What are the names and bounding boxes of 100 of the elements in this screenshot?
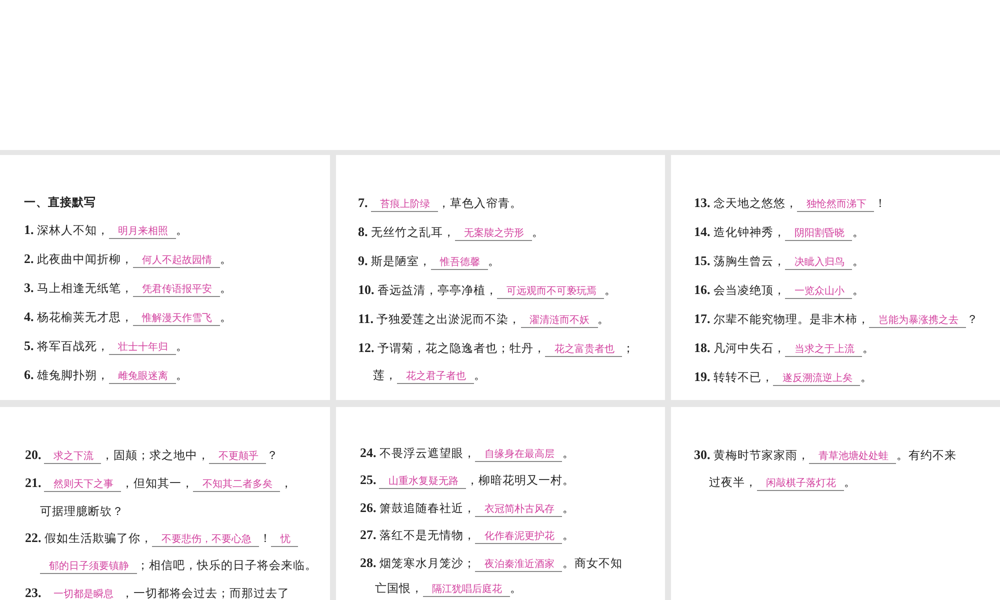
question-text: 念天地之悠悠， — [713, 198, 798, 210]
question-number: 19. — [694, 369, 710, 384]
question-text: ？ — [966, 314, 978, 326]
question-text: 香远益清，亭亭净植， — [377, 285, 498, 297]
question-text: ！ — [259, 532, 272, 545]
question-text: 。商女不知 — [562, 558, 622, 570]
question-number: 5. — [24, 338, 34, 353]
question-number: 16. — [694, 282, 710, 297]
question-number: 14. — [694, 224, 710, 239]
answer-blank: 然则天下之事 — [44, 479, 122, 492]
question-number: 25. — [360, 472, 376, 488]
question-text: ？ — [266, 450, 278, 462]
answer-blank: 郁的日子须要镇静 — [40, 561, 137, 574]
answer-blank: 衣冠简朴古风存 — [475, 504, 562, 517]
question-text: 尔辈不能究物理。是非木柿， — [713, 314, 870, 326]
answer-blank: 求之下流 — [44, 451, 102, 464]
answer-blank: 明月来相照 — [108, 226, 176, 239]
question-number: 7. — [358, 195, 368, 210]
question-number: 21. — [25, 475, 42, 490]
answer-blank: 花之富贵者也 — [545, 344, 622, 357]
question-text: 将军百战死， — [36, 341, 109, 353]
question-text: 。 — [860, 372, 872, 384]
question-text: 雄兔脚扑朔， — [36, 370, 109, 382]
question-text: ，但知其一， — [121, 478, 194, 490]
question-text: 落红不是无情物， — [379, 530, 476, 542]
answer-blank: 夜泊秦淮近酒家 — [475, 558, 562, 572]
question-text: 。 — [220, 254, 232, 266]
answer-blank: 凭君传语报平安 — [132, 284, 220, 297]
question-number: 8. — [358, 224, 368, 239]
answer-blank: 隔江犹唱后庭花 — [423, 584, 510, 598]
question-text: 。 — [852, 285, 864, 297]
question-text: 过夜半， — [709, 477, 757, 490]
answer-blank: 无案牍之劳形 — [454, 228, 532, 241]
answer-blank: 可远观而不可亵玩焉 — [497, 286, 604, 299]
question-text: 深林人不知， — [36, 225, 109, 237]
question-text: 转转不已， — [713, 372, 774, 384]
answer-blank: 闲敲棋子落灯花 — [757, 478, 844, 492]
answer-blank: 遂反溯流逆上矣 — [773, 373, 860, 386]
question-number: 2. — [24, 251, 34, 266]
question-text: 予独爱莲之出淤泥而不染， — [376, 314, 521, 326]
answer-blank: 花之君子者也 — [397, 371, 474, 384]
question-number: 27. — [360, 527, 376, 542]
question-number: 26. — [360, 500, 376, 515]
question-text: 造化钟神秀， — [713, 227, 786, 239]
question-text: 。 — [852, 227, 864, 239]
question-text: 烟笼寒水月笼沙； — [379, 558, 476, 570]
question-number: 12. — [358, 340, 374, 355]
question-text: 。 — [852, 256, 864, 268]
question-text: 。 — [862, 343, 874, 355]
question-text: 。 — [844, 477, 856, 490]
question-text: 。 — [488, 256, 500, 268]
question-number: 30. — [694, 447, 710, 462]
question-text: 会当凌绝顶， — [713, 285, 786, 297]
question-text: ， — [280, 478, 292, 490]
question-text: 凡河中失石， — [713, 343, 786, 355]
answer-blank: 忧 — [271, 534, 298, 547]
question-text: 。 — [176, 370, 188, 382]
answer-blank: 惟吾德馨 — [430, 257, 488, 270]
answer-blank: 决眦入归鸟 — [785, 257, 852, 270]
answer-blank: 濯清涟而不妖 — [520, 315, 598, 328]
question-text: 。 — [532, 227, 544, 239]
question-text: 。 — [220, 283, 232, 295]
question-text: 。 — [562, 530, 574, 542]
question-text: ；相信吧，快乐的日子将会来临。 — [137, 560, 317, 572]
question-number: 11. — [358, 311, 374, 326]
question-text: ，固颠；求之地中， — [101, 450, 210, 462]
question-text: 无丝竹之乱耳， — [370, 227, 455, 239]
question-text: 黄梅时节家家雨， — [713, 450, 810, 462]
answer-blank: 自缘身在最高层 — [475, 449, 562, 462]
question-number: 15. — [694, 253, 710, 268]
question-text: ，一切都将会过去；而那过去了 — [121, 588, 290, 600]
question-number: 6. — [24, 367, 34, 382]
question-text: 。 — [604, 285, 616, 297]
answer-blank: 何人不起故园情 — [132, 255, 220, 268]
answer-blank: 不知其二者多矣 — [193, 479, 280, 492]
question-text: 荡胸生曾云， — [713, 256, 786, 268]
section-heading: 一、直接默写 — [24, 195, 96, 209]
question-text: ； — [622, 343, 634, 355]
question-number: 13. — [694, 195, 710, 210]
answer-blank: 岂能为暴涨携之去 — [869, 315, 966, 328]
answer-blank: 一览众山小 — [785, 286, 852, 299]
answer-blank: 不更颠乎 — [209, 451, 266, 464]
question-text: 。 — [474, 370, 486, 382]
answer-blank: 化作春泥更护花 — [475, 531, 562, 544]
question-number: 23. — [25, 585, 42, 600]
question-number: 18. — [694, 340, 710, 355]
answer-blank: 一切都是瞬息 — [44, 589, 122, 600]
question-text: 予谓菊，花之隐逸者也；牡丹， — [377, 343, 546, 355]
answer-blank: 壮士十年归 — [108, 342, 176, 355]
question-text: ，草色入帘青。 — [438, 198, 522, 210]
question-text: 可据理臆断欤？ — [40, 506, 124, 518]
answer-blank: 苔痕上阶绿 — [370, 199, 438, 212]
question-text: 此夜曲中闻折柳， — [36, 254, 133, 266]
answer-blank: 阴阳割昏晓 — [785, 228, 852, 241]
question-number: 20. — [25, 447, 42, 462]
question-text: 假如生活欺骗了你， — [44, 532, 152, 545]
question-text: 。 — [510, 583, 522, 596]
question-number: 3. — [24, 280, 34, 295]
answer-blank: 不要悲伤，不要心急 — [152, 534, 260, 547]
question-text: 。 — [176, 341, 188, 353]
